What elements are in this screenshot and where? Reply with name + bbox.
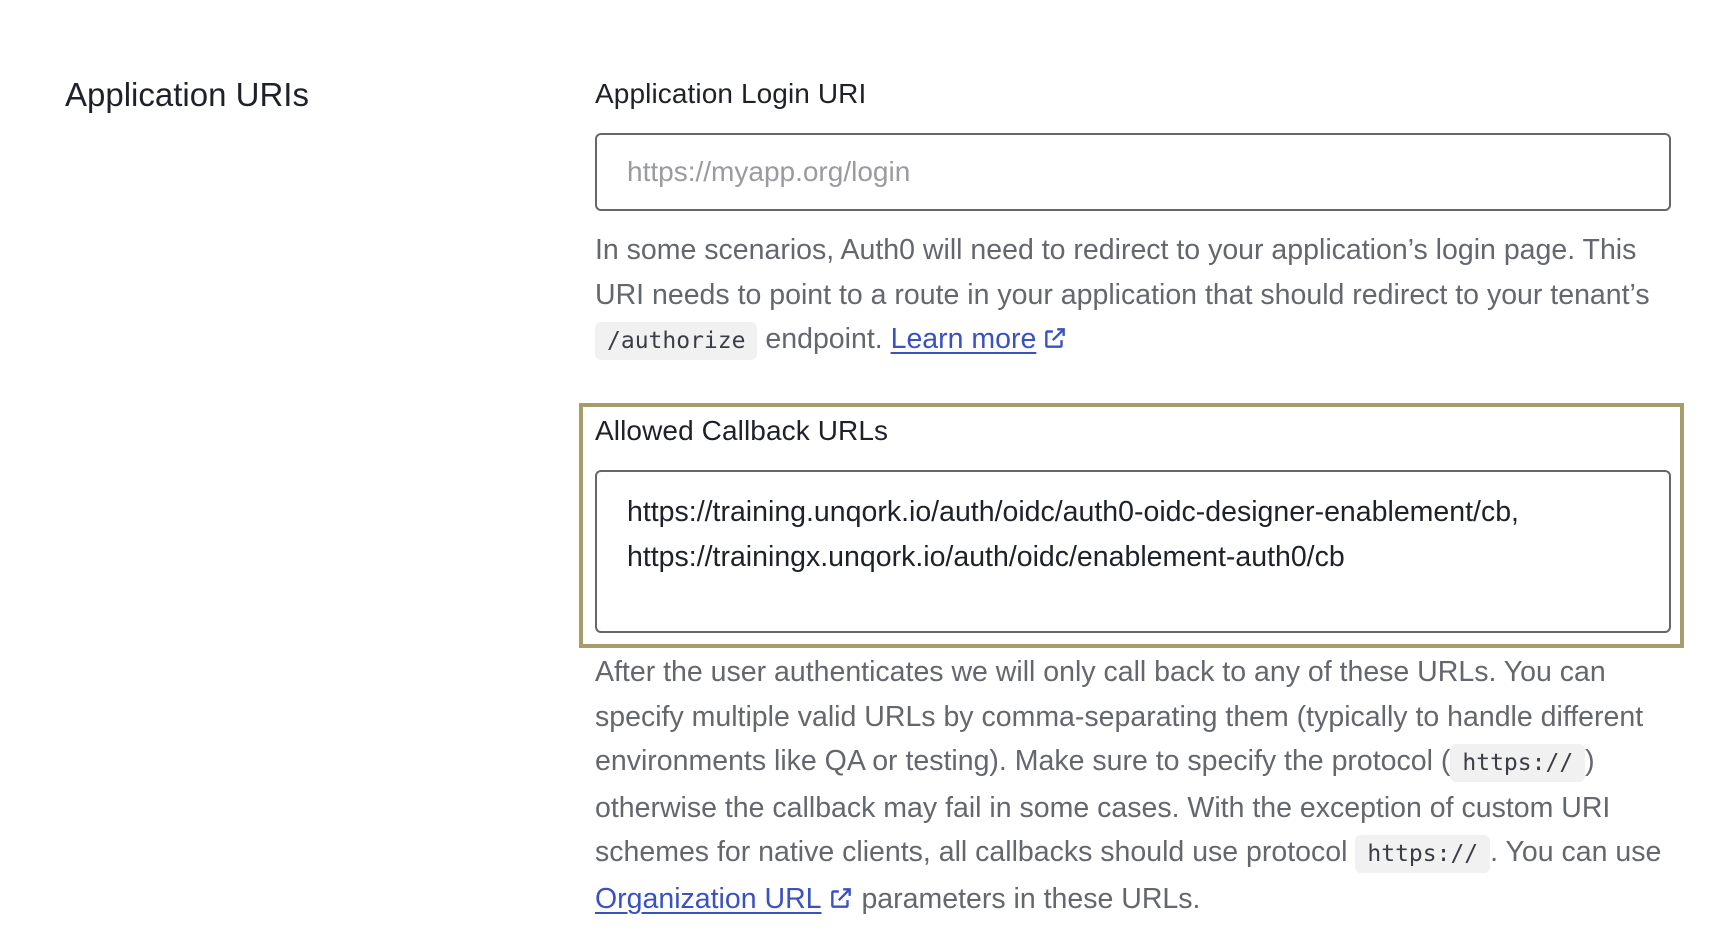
callback-help-part4: parameters in these URLs. [853,882,1201,915]
login-help-part2: endpoint. [757,323,891,355]
learn-more-link[interactable]: Learn more [891,323,1037,355]
allowed-callback-urls-textarea[interactable]: https://training.unqork.io/auth/oidc/aut… [595,470,1671,633]
https-code-1: https:// [1450,744,1586,782]
callback-urls-help-text: After the user authenticates we will onl… [595,650,1685,924]
allowed-callback-urls-label: Allowed Callback URLs [595,415,889,446]
organization-url-link[interactable]: Organization URL [595,883,822,915]
learn-more-label: Learn more [890,323,1037,355]
login-help-part1: In some scenarios, Auth0 will need to re… [595,234,1650,311]
external-link-icon [1042,320,1068,365]
authorize-code: /authorize [595,322,758,360]
external-link-icon [828,880,854,925]
application-login-uri-input[interactable] [595,133,1671,211]
organization-url-label: Organization URL [595,882,822,915]
section-title: Application URIs [65,76,309,113]
login-uri-help-text: In some scenarios, Auth0 will need to re… [595,228,1685,365]
application-login-uri-label: Application Login URI [595,78,867,109]
https-code-2: https:// [1355,835,1491,873]
callback-help-part3: . You can use [1490,836,1662,868]
